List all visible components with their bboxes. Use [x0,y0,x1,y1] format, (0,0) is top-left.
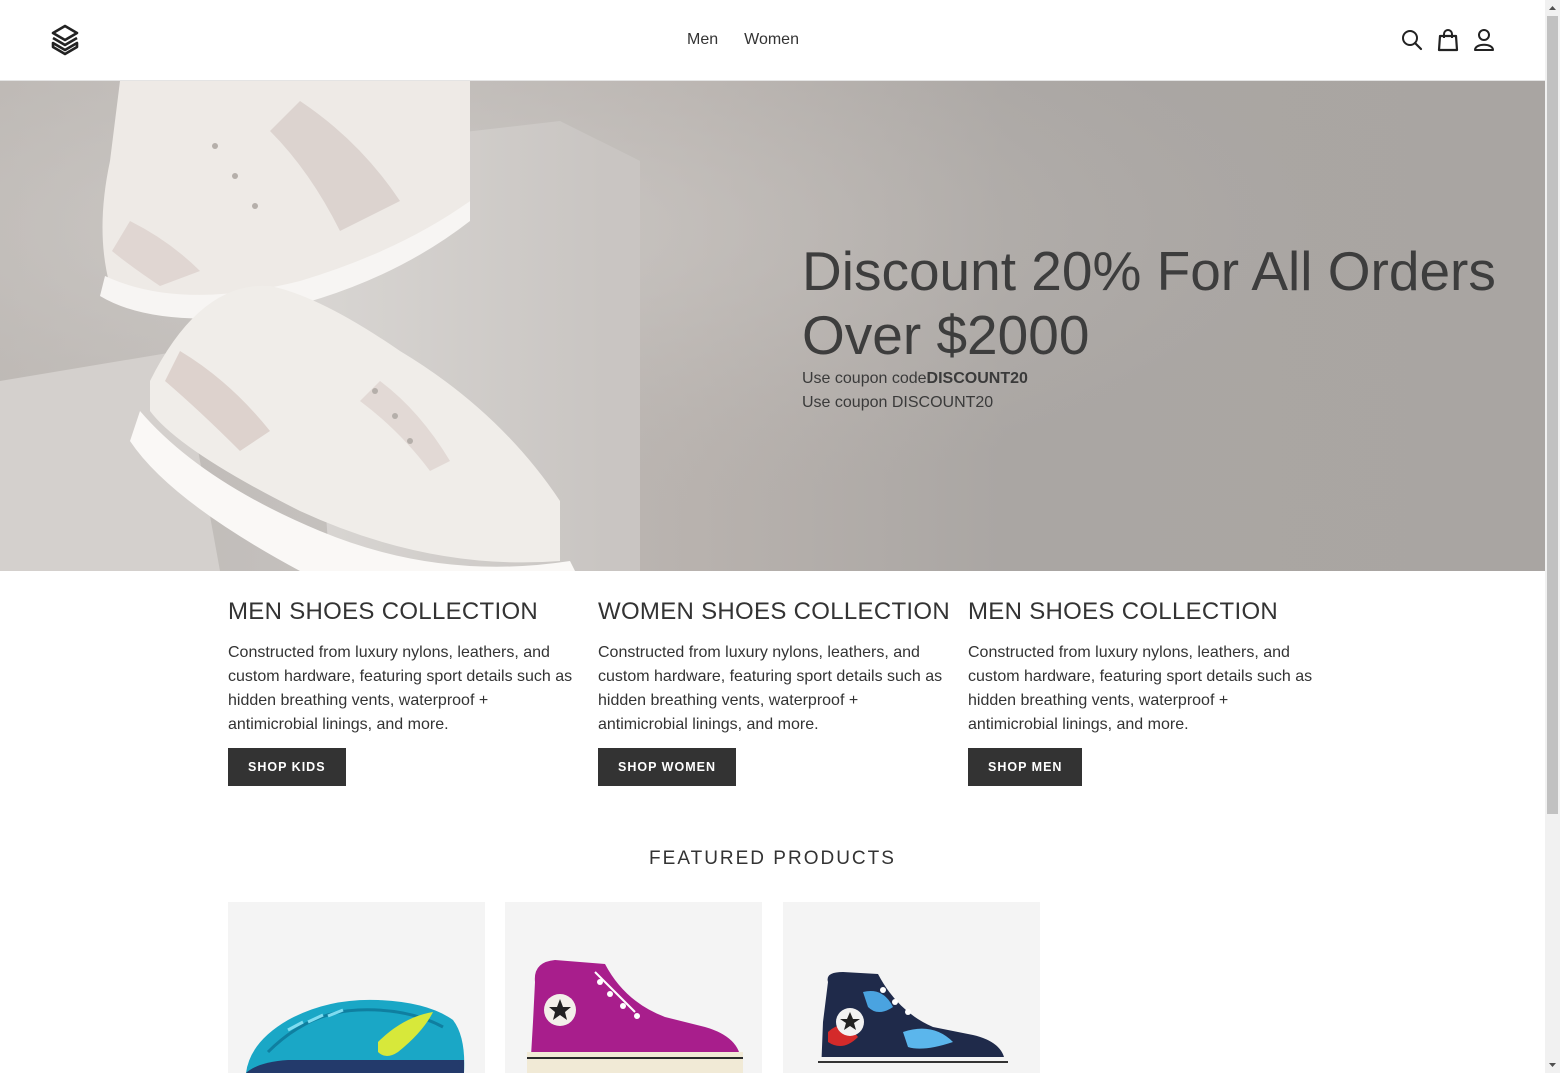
hero-coupon-prefix: Use coupon code [802,370,927,387]
hero-coupon-code: DISCOUNT20 [926,370,1028,387]
hero-title: Discount 20% For All Orders Over $2000 [802,240,1496,366]
header-icons [1401,28,1495,52]
collection-title: MEN SHOES COLLECTION [228,598,539,625]
collection-title: MEN SHOES COLLECTION [968,598,1279,625]
scroll-down-arrow-icon[interactable] [1545,1058,1560,1073]
product-image-navy-printed-high-top [818,972,1008,1073]
product-card-magenta-high-top[interactable] [505,902,762,1073]
hero-coupon-line-2: Use coupon DISCOUNT20 [802,394,994,411]
user-icon[interactable] [1473,28,1495,52]
nav-link-men[interactable]: Men [687,30,718,50]
collection-description: Constructed from luxury nylons, leathers… [228,644,573,733]
collection-description: Constructed from luxury nylons, leathers… [968,644,1313,733]
collection-card: MEN SHOES COLLECTION Constructed from lu… [968,597,1338,786]
page-scrollbar[interactable] [1545,0,1560,1073]
collection-card: WOMEN SHOES COLLECTION Constructed from … [598,597,968,786]
shop-kids-button[interactable]: SHOP KIDS [228,748,346,786]
product-image-teal-running-shoe [246,999,465,1073]
site-header: Men Women [0,0,1545,81]
nav-link-women[interactable]: Women [744,30,799,50]
logo-icon[interactable] [50,24,80,56]
hero-text: Discount 20% For All Orders Over $2000 U… [802,239,1522,415]
collection-title: WOMEN SHOES COLLECTION [598,598,950,625]
search-icon[interactable] [1401,28,1423,52]
product-image-magenta-high-top [527,960,743,1073]
hero-coupon-line: Use coupon codeDISCOUNT20 [802,367,1522,391]
bag-icon[interactable] [1437,28,1459,52]
collections-section: MEN SHOES COLLECTION Constructed from lu… [228,597,1338,786]
shop-women-button[interactable]: SHOP WOMEN [598,748,736,786]
product-card-teal-running-shoe[interactable] [228,902,485,1073]
scroll-up-arrow-icon[interactable] [1545,0,1560,15]
scrollbar-thumb[interactable] [1547,16,1558,814]
main-nav: Men Women [687,30,799,50]
shop-men-button[interactable]: SHOP MEN [968,748,1083,786]
product-card-navy-printed-high-top[interactable] [783,902,1040,1073]
hero-banner: Discount 20% For All Orders Over $2000 U… [0,81,1545,571]
collection-card: MEN SHOES COLLECTION Constructed from lu… [228,597,598,786]
page: Men Women Discount 20% For All Orders Ov… [0,0,1545,1073]
featured-products-heading: FEATURED PRODUCTS [649,848,896,869]
collection-description: Constructed from luxury nylons, leathers… [598,644,943,733]
